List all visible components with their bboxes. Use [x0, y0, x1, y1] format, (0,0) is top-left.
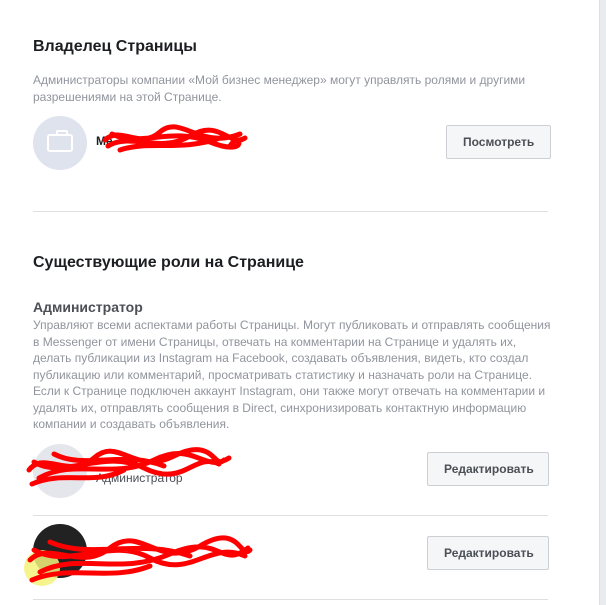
person-1-role: Администратор — [96, 471, 183, 485]
admin-role-title: Администратор — [33, 299, 143, 315]
briefcase-icon — [47, 130, 73, 152]
person-1-avatar — [33, 444, 87, 498]
roles-section-title: Существующие роли на Странице — [33, 254, 304, 271]
owner-name-redaction — [102, 124, 248, 153]
owner-avatar — [33, 116, 87, 170]
owner-section-title: Владелец Страницы — [33, 38, 197, 55]
edit-person-1-button[interactable]: Редактировать — [427, 452, 549, 486]
person-divider-bottom — [33, 599, 548, 600]
edit-person-2-button[interactable]: Редактировать — [427, 536, 549, 570]
view-owner-button[interactable]: Посмотреть — [446, 125, 552, 159]
panel-right-border — [599, 0, 606, 605]
admin-role-description: Управляют всеми аспектами работы Страниц… — [33, 318, 551, 431]
owner-name[interactable]: Ме — [96, 134, 113, 148]
owner-section-description: Администраторы компании «Мой бизнес мене… — [33, 73, 526, 104]
person-divider — [33, 515, 548, 516]
person-2-avatar — [33, 524, 87, 578]
page-roles-settings: Владелец Страницы Администраторы компани… — [0, 0, 606, 605]
section-divider — [33, 211, 548, 212]
